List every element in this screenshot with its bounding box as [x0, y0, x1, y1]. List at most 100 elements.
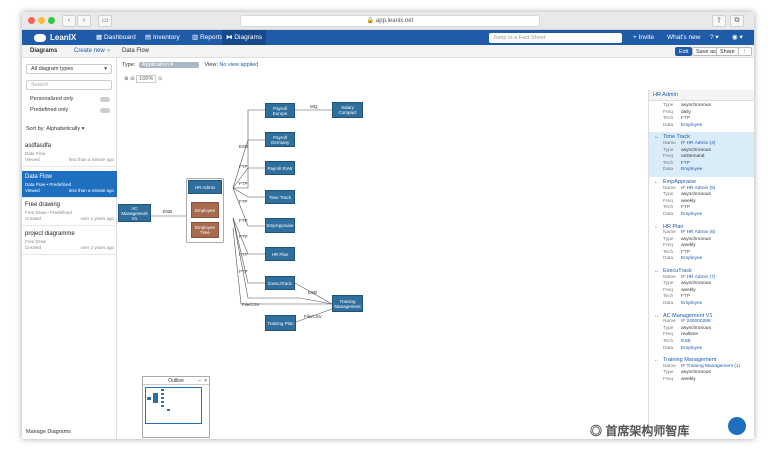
value[interactable]: Employee: [681, 346, 702, 353]
nav-inventory[interactable]: ▤ Inventory: [141, 30, 184, 45]
forward-icon[interactable]: ›: [77, 15, 91, 27]
panel-item-header[interactable]: ← EmpAppraise: [654, 179, 750, 186]
value[interactable]: Employee: [681, 256, 702, 263]
share-button[interactable]: Share: [716, 47, 739, 56]
value[interactable]: ESB: [681, 339, 691, 346]
key: Tech: [663, 116, 674, 122]
node-ac-management[interactable]: AC Management V1: [118, 204, 151, 222]
node-training-plan[interactable]: Training Plan: [265, 315, 296, 331]
node-hr-plan[interactable]: HR Plan: [265, 247, 295, 261]
node-payroll-germany[interactable]: Payroll Germany: [265, 132, 295, 147]
manage-diagrams-link[interactable]: Manage Diagrams: [26, 429, 71, 435]
reports-icon: ▥: [192, 34, 200, 41]
kv-freq: Freq weekly: [663, 288, 750, 295]
personalized-toggle[interactable]: [100, 97, 110, 102]
whats-new-link[interactable]: What's new: [663, 30, 704, 45]
value[interactable]: FTP: [681, 205, 690, 212]
user-avatar[interactable]: ◉ ▾: [728, 30, 747, 45]
filter-value: All diagram types: [31, 66, 74, 72]
create-new-link[interactable]: Create new: [74, 45, 105, 58]
kv-name: Name IF HR Admin (6): [663, 230, 750, 237]
leanix-logo[interactable]: LeanIX: [34, 32, 76, 43]
value[interactable]: FTP: [681, 116, 690, 123]
more-options-button[interactable]: ⋮: [738, 47, 752, 56]
kv-name: Name IF HR Admin (4): [663, 141, 750, 148]
value: weekly: [681, 243, 696, 249]
kv-tech: Tech FTP: [663, 116, 750, 123]
list-item[interactable]: project diagramme Free Draw Created over 2 …: [22, 228, 117, 255]
panel-item: ← EmpAppraise Name IF HR Admin (5) Type asy…: [649, 177, 754, 222]
kv-data: Data Employee: [663, 167, 750, 174]
edge-label-ftp: FTP: [239, 269, 248, 274]
value[interactable]: Employee: [681, 123, 702, 130]
share-browser-icon[interactable]: ⇪: [712, 15, 726, 27]
key: Freq: [663, 154, 673, 160]
value[interactable]: IF HR Admin (4): [681, 141, 715, 148]
panel-item-header[interactable]: ↔ Time Track: [654, 134, 750, 141]
kv-data: Data Employee: [663, 256, 750, 263]
value[interactable]: IF HR Admin (6): [681, 230, 715, 237]
diagram-type-filter[interactable]: All diagram types ▾: [26, 64, 112, 74]
tabs-icon[interactable]: ⧉: [730, 15, 744, 27]
node-empappraise[interactable]: EmpAppraise: [265, 218, 295, 233]
panel-item-header[interactable]: ← Training Management: [654, 357, 750, 364]
value[interactable]: Employee: [681, 301, 702, 308]
diagram-sidebar: All diagram types ▾ Search Personalized o…: [22, 58, 117, 439]
minimize-icon[interactable]: –: [198, 377, 201, 385]
edge-label-ftp: FTP: [239, 199, 248, 204]
kv-freq: Freq realtime: [663, 332, 750, 339]
kv-data: Data Employee: [663, 346, 750, 353]
nav-dashboard[interactable]: ▦ Dashboard: [92, 30, 140, 45]
predefined-toggle[interactable]: [100, 108, 110, 113]
panel-item-header[interactable]: ↔ AC Management V1: [654, 313, 750, 320]
sort-dropdown[interactable]: Sort by: Alphabetically ▾: [26, 126, 84, 132]
maximize-window-button[interactable]: [48, 17, 55, 24]
help-menu[interactable]: ? ▾: [706, 30, 723, 45]
list-item[interactable]: Free drawing Free Draw • Predefined Create…: [22, 199, 117, 226]
url-bar[interactable]: 🔒 app.leanix.net: [240, 15, 540, 27]
outline-preview: [147, 389, 170, 411]
edge-label-ftp: FTP: [239, 234, 248, 239]
node-employee[interactable]: Employee: [191, 202, 219, 218]
nav-label: Diagrams: [234, 34, 263, 41]
panel-item-header[interactable]: ↔ ExecuTrack: [654, 268, 750, 275]
node-training-management[interactable]: Training Management: [332, 295, 363, 312]
value[interactable]: Employee: [681, 212, 702, 219]
node-payroll-europe[interactable]: Payroll Europe: [265, 103, 295, 118]
key: Tech: [663, 339, 674, 344]
node-payroll-row[interactable]: Payroll RoW: [265, 161, 295, 175]
bidirectional-arrow-icon: ↔: [654, 268, 659, 275]
panel-item: Type asynchronous Freq daily Tech FTP Data E…: [649, 101, 754, 132]
kv-type: Type asynchronous: [663, 103, 750, 110]
close-window-button[interactable]: [28, 17, 35, 24]
chevron-down-icon: ▾: [104, 66, 107, 72]
nav-diagrams[interactable]: ⧓ Diagrams: [222, 30, 267, 45]
node-executrack[interactable]: ExecuTrack: [265, 276, 295, 290]
node-salary-compact[interactable]: Salary Compact: [332, 102, 363, 118]
back-icon[interactable]: ‹: [62, 15, 76, 27]
minimize-window-button[interactable]: [38, 17, 45, 24]
kv-freq: Freq weekly: [663, 377, 750, 384]
sidebar-toggle-icon[interactable]: ▭: [98, 15, 112, 27]
node-hr-admin[interactable]: HR Admin: [188, 180, 222, 194]
collapse-icon[interactable]: «: [107, 45, 110, 58]
brand-name: LeanIX: [50, 33, 77, 42]
key: Name: [663, 319, 676, 325]
value: asynchronous: [681, 192, 711, 198]
nav-reports[interactable]: ▥ Reports: [188, 30, 227, 45]
panel-item-header[interactable]: ← HR Plan: [654, 224, 750, 231]
invite-button[interactable]: + Invite: [629, 30, 658, 45]
chat-button[interactable]: [728, 417, 746, 435]
sidebar-search-input[interactable]: Search: [26, 80, 112, 90]
kv-type: Type asynchronous: [663, 326, 750, 333]
value[interactable]: Employee: [681, 167, 702, 174]
edit-button[interactable]: Edit: [675, 47, 693, 56]
fact-sheet-search-input[interactable]: Jump to a Fact Sheet: [489, 33, 622, 43]
node-employee-time[interactable]: Employee Time: [191, 222, 219, 238]
list-item[interactable]: asdfasdfa Data Flow Viewed less than a minu…: [22, 140, 117, 167]
close-icon[interactable]: ×: [204, 377, 207, 385]
node-time-track[interactable]: Time Track: [265, 190, 295, 204]
outline-panel[interactable]: Outline – ×: [142, 376, 210, 438]
value[interactable]: IF 240000288: [681, 319, 711, 326]
list-item[interactable]: Data Flow Data Flow • Predefined Viewed les…: [22, 171, 117, 198]
